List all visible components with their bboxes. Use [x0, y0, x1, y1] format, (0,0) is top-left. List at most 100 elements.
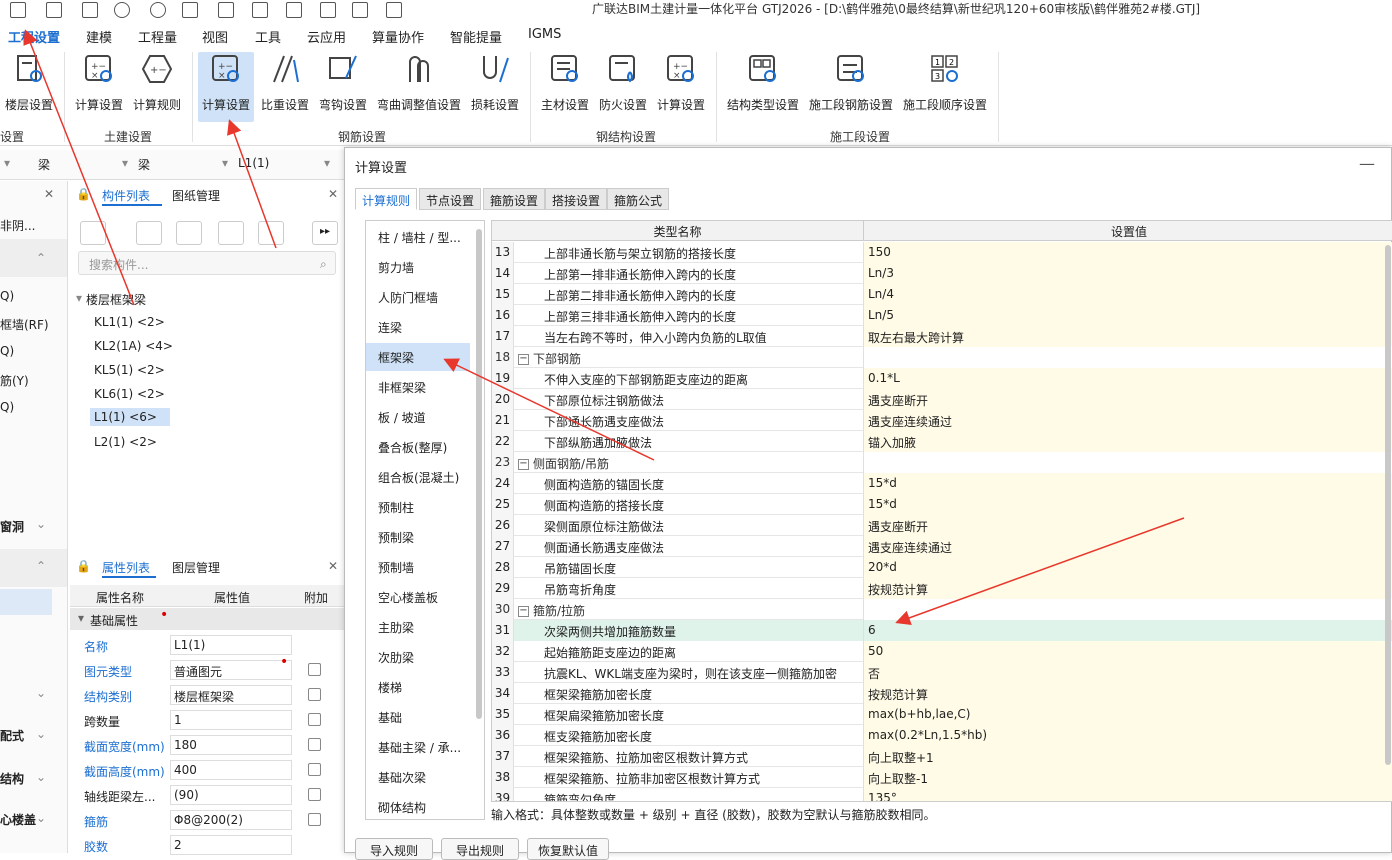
- list-item[interactable]: KL2(1A) <4>: [94, 339, 173, 353]
- attach-checkbox[interactable]: [308, 763, 321, 776]
- table-row[interactable]: 25 侧面构造筋的搭接长度 15*d: [492, 494, 1392, 515]
- chevron-up-icon[interactable]: ⌃: [36, 251, 46, 265]
- fireproof-button[interactable]: 防火设置: [596, 52, 650, 122]
- minimize-icon[interactable]: —: [1359, 154, 1375, 173]
- collapse-icon[interactable]: −: [518, 354, 529, 365]
- list-item[interactable]: L2(1) <2>: [94, 435, 157, 449]
- layer-icon[interactable]: [320, 2, 336, 18]
- category-item[interactable]: 非框架梁: [366, 373, 470, 401]
- category-item[interactable]: 主肋梁: [366, 613, 470, 641]
- civil-calc-settings-button[interactable]: +− × 计算设置: [72, 52, 126, 122]
- collapse-icon[interactable]: −: [518, 459, 529, 470]
- nav-item[interactable]: 筋(Y): [0, 372, 29, 389]
- row-value[interactable]: [864, 452, 1392, 473]
- table-row[interactable]: 15 上部第二排非通长筋伸入跨内的长度 Ln/4: [492, 284, 1392, 305]
- steel-calc-settings-button[interactable]: +− × 计算设置: [654, 52, 708, 122]
- save-icon[interactable]: [82, 2, 98, 18]
- row-value[interactable]: 向上取整+1: [864, 746, 1392, 767]
- table-row[interactable]: 35 框架扁梁箍筋加密长度 max(b+hb,lae,C): [492, 704, 1392, 725]
- chevron-down-icon[interactable]: ▾: [122, 156, 128, 170]
- tab-node-settings[interactable]: 节点设置: [419, 188, 482, 210]
- nav-item[interactable]: Q): [0, 400, 14, 414]
- row-value[interactable]: [864, 347, 1392, 368]
- tile-icon[interactable]: [352, 2, 368, 18]
- bend-adjust-button[interactable]: 弯曲调整值设置: [374, 52, 464, 122]
- table-row[interactable]: 36 框支梁箍筋加密长度 max(0.2*Ln,1.5*hb): [492, 725, 1392, 746]
- category-item[interactable]: 砌体结构: [366, 793, 470, 819]
- table-row[interactable]: 29 吊筋弯折角度 按规范计算: [492, 578, 1392, 599]
- category-item[interactable]: 空心楼盖板: [366, 583, 470, 611]
- table-row[interactable]: 28 吊筋锚固长度 20*d: [492, 557, 1392, 578]
- row-value[interactable]: Ln/4: [864, 284, 1392, 305]
- menu-project-settings[interactable]: 工程设置: [8, 27, 61, 50]
- row-value[interactable]: 锚入加腋: [864, 431, 1392, 452]
- table-row[interactable]: 14 上部第一排非通长筋伸入跨内的长度 Ln/3: [492, 263, 1392, 284]
- rebar-calc-settings-button[interactable]: +− × 计算设置: [198, 52, 254, 122]
- row-value[interactable]: 50: [864, 641, 1392, 662]
- list-item[interactable]: KL1(1) <2>: [94, 315, 165, 329]
- attach-checkbox[interactable]: [308, 713, 321, 726]
- category-item[interactable]: 人防门框墙: [366, 283, 470, 311]
- search-icon[interactable]: ⌕: [320, 257, 327, 272]
- category-item[interactable]: 基础: [366, 703, 470, 731]
- row-value[interactable]: [864, 599, 1392, 620]
- menu-view[interactable]: 视图: [202, 27, 228, 46]
- chevron-up-icon[interactable]: ⌃: [36, 559, 46, 573]
- close-icon[interactable]: ✕: [328, 559, 338, 573]
- collapse-icon[interactable]: −: [518, 606, 529, 617]
- table-row[interactable]: 31 次梁两侧共增加箍筋数量 6: [492, 620, 1392, 641]
- list-item[interactable]: KL5(1) <2>: [94, 363, 165, 377]
- category-item-selected[interactable]: 框架梁: [366, 343, 470, 371]
- nav-item[interactable]: 窗洞: [0, 518, 24, 535]
- row-value[interactable]: 135°: [864, 788, 1392, 801]
- close-icon[interactable]: ✕: [44, 187, 54, 201]
- import-rules-button[interactable]: 导入规则: [355, 838, 433, 860]
- table-row[interactable]: 32 起始箍筋距支座边的距离 50: [492, 641, 1392, 662]
- table-row[interactable]: 38 框架梁箍筋、拉筋非加密区根数计算方式 向上取整-1: [492, 767, 1392, 788]
- chevron-down-icon[interactable]: ⌄: [36, 811, 46, 825]
- tree-root[interactable]: 楼层框架梁: [86, 291, 146, 308]
- density-settings-button[interactable]: 比重设置: [258, 52, 312, 122]
- table-row[interactable]: 24 侧面构造筋的锚固长度 15*d: [492, 473, 1392, 494]
- category-item[interactable]: 预制梁: [366, 523, 470, 551]
- table-row[interactable]: 26 梁侧面原位标注筋做法 遇支座断开: [492, 515, 1392, 536]
- row-value[interactable]: 按规范计算: [864, 683, 1392, 704]
- delete-icon[interactable]: [176, 221, 202, 245]
- category-item[interactable]: 基础主梁 / 承...: [366, 733, 470, 761]
- loss-settings-button[interactable]: 损耗设置: [468, 52, 522, 122]
- grid-scrollbar[interactable]: [1385, 245, 1391, 765]
- tab-layer-manage[interactable]: 图层管理: [172, 559, 220, 576]
- row-value[interactable]: 否: [864, 662, 1392, 683]
- open-file-icon[interactable]: [46, 2, 62, 18]
- chevron-down-icon[interactable]: ▾: [324, 156, 330, 170]
- table-row[interactable]: 22 下部纵筋遇加腋做法 锚入加腋: [492, 431, 1392, 452]
- row-value[interactable]: 遇支座断开: [864, 389, 1392, 410]
- component-select[interactable]: L1(1): [238, 156, 269, 170]
- report-icon[interactable]: [218, 2, 234, 18]
- attach-checkbox[interactable]: [308, 663, 321, 676]
- category-item[interactable]: 剪力墙: [366, 253, 470, 281]
- nav-item[interactable]: Q): [0, 344, 14, 358]
- table-row[interactable]: 17 当左右跨不等时，伸入小跨内负筋的L取值 取左右最大跨计算: [492, 326, 1392, 347]
- undo-icon[interactable]: [114, 2, 130, 18]
- floor-select-arrow[interactable]: ▾: [4, 156, 10, 170]
- row-value[interactable]: 15*d: [864, 473, 1392, 494]
- tab-drawing-manage[interactable]: 图纸管理: [172, 187, 220, 204]
- nav-item[interactable]: 结构: [0, 770, 24, 787]
- collapse-arrow-icon[interactable]: ▾: [78, 611, 84, 625]
- menu-collab[interactable]: 算量协作: [372, 27, 424, 46]
- new-file-icon[interactable]: [10, 2, 26, 18]
- table-row[interactable]: 19 不伸入支座的下部钢筋距支座边的距离 0.1*L: [492, 368, 1392, 389]
- nav-item[interactable]: 心楼盖: [0, 811, 36, 828]
- tab-lap-settings[interactable]: 搭接设置: [545, 188, 608, 210]
- row-value[interactable]: Ln/3: [864, 263, 1392, 284]
- attach-checkbox[interactable]: [308, 813, 321, 826]
- main-material-button[interactable]: 主材设置: [538, 52, 592, 122]
- row-value[interactable]: 取左右最大跨计算: [864, 326, 1392, 347]
- row-value[interactable]: 遇支座连续通过: [864, 410, 1392, 431]
- tab-component-list[interactable]: 构件列表: [102, 187, 150, 204]
- nav-item[interactable]: 非阴...: [0, 217, 35, 234]
- tab-stirrup-settings[interactable]: 箍筋设置: [483, 188, 546, 210]
- nav-item[interactable]: 框墙(RF): [0, 316, 49, 333]
- export-rules-button[interactable]: 导出规则: [441, 838, 519, 860]
